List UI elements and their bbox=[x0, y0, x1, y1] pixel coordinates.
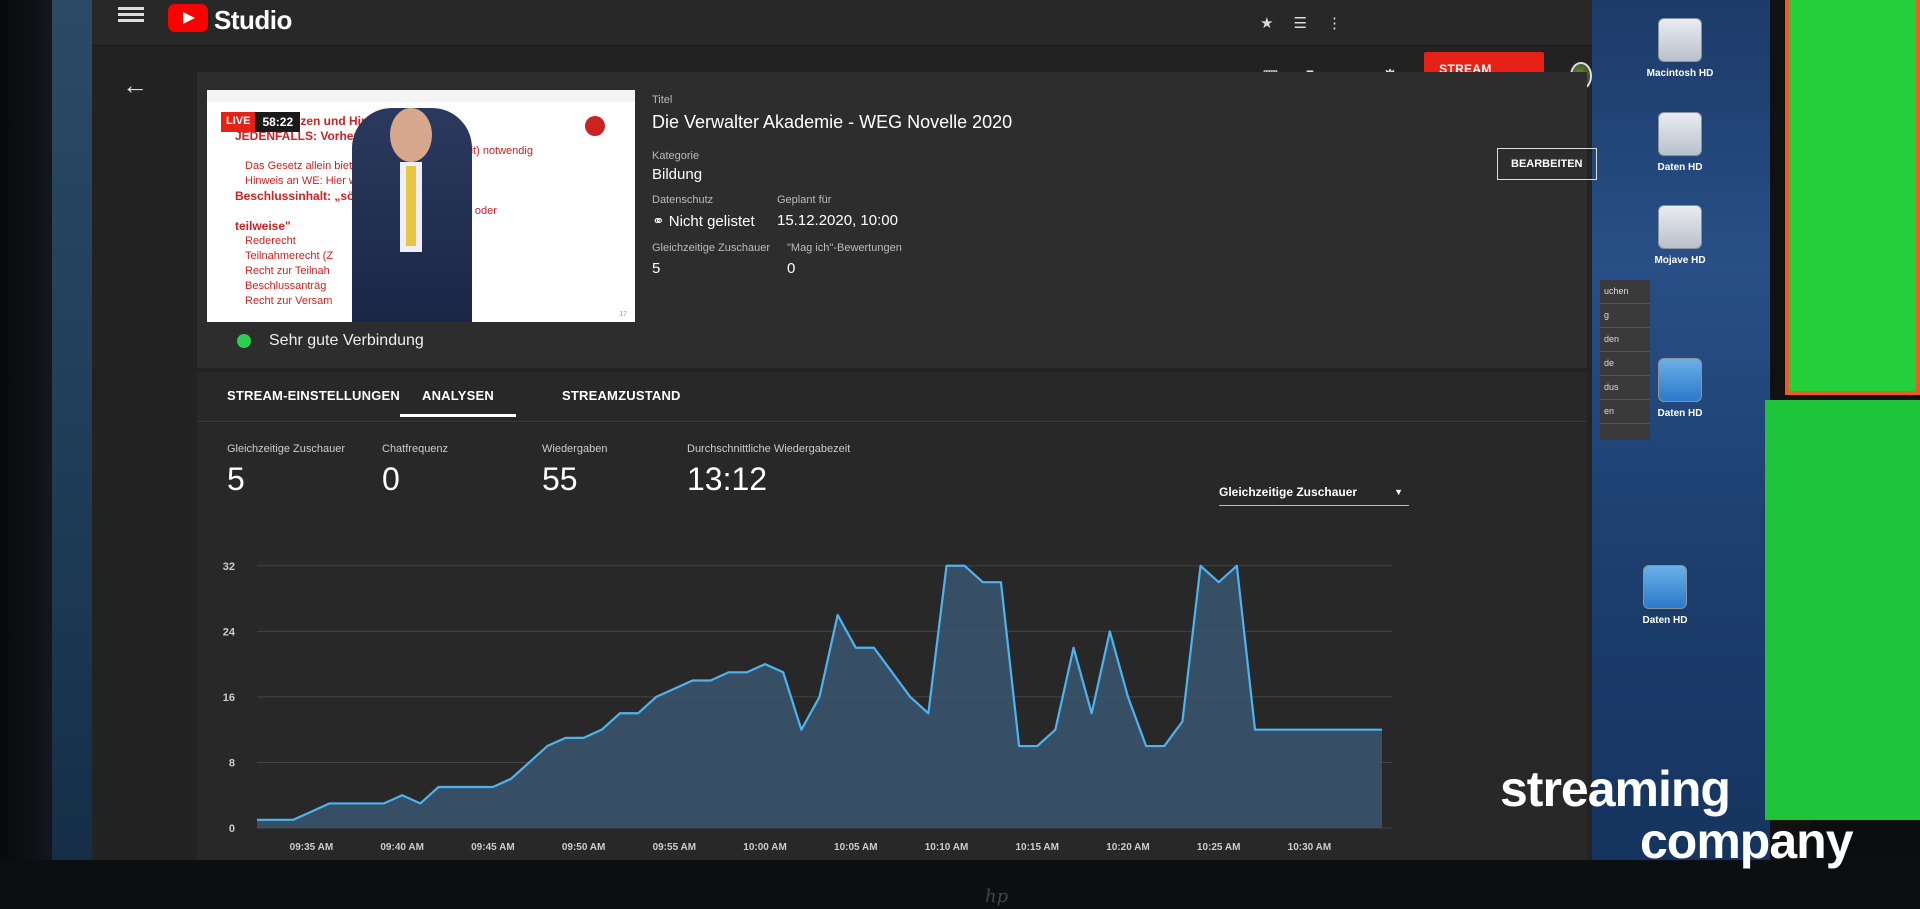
live-badge: LIVE 58:22 bbox=[221, 112, 301, 132]
side-panel-item[interactable]: uchen bbox=[1600, 280, 1650, 304]
tab-stream-settings[interactable]: STREAM-EINSTELLUNGEN bbox=[227, 388, 400, 403]
stream-preview[interactable]: Konsequenzen und Hinw JEDENFALLS: Vorher… bbox=[207, 90, 635, 322]
desktop-icon-daten-hd[interactable]: Daten HD bbox=[1635, 112, 1725, 173]
hard-disk-icon bbox=[1658, 112, 1702, 156]
tab-stream-health[interactable]: STREAMZUSTAND bbox=[562, 388, 681, 403]
top-right-icons: ★ ☰ ⋮ bbox=[1260, 14, 1342, 32]
more-vert-icon[interactable]: ⋮ bbox=[1327, 14, 1342, 32]
side-panel-item[interactable]: den bbox=[1600, 328, 1650, 352]
slide-header bbox=[207, 90, 635, 102]
edit-button[interactable]: BEARBEITEN bbox=[1497, 148, 1597, 180]
desktop-wallpaper-edge bbox=[52, 0, 92, 909]
x-tick-label: 09:35 AM bbox=[290, 842, 334, 853]
playlist-icon[interactable]: ☰ bbox=[1294, 14, 1307, 32]
desktop-icon-daten-hd-network-2[interactable]: Daten HD bbox=[1620, 565, 1710, 626]
menu-icon[interactable] bbox=[118, 4, 144, 28]
back-arrow-icon[interactable]: ← bbox=[122, 70, 148, 101]
category-value: Bildung bbox=[652, 166, 703, 183]
privacy-label: Datenschutz bbox=[652, 194, 714, 206]
x-tick-label: 10:05 AM bbox=[834, 842, 878, 853]
stream-title: Die Verwalter Akademie - WEG Novelle 202… bbox=[652, 112, 1013, 132]
link-icon: ⚭ bbox=[652, 213, 669, 230]
x-tick-label: 10:10 AM bbox=[925, 842, 969, 853]
studio-window: Studio ★ ☰ ⋮ ← ▦ ▮ ➦ ⚙ STREAM BEENDEN Ko… bbox=[92, 0, 1597, 890]
scheduled-value: 15.12.2020, 10:00 bbox=[777, 212, 898, 229]
top-bar: Studio ★ ☰ ⋮ bbox=[92, 0, 1592, 46]
stream-info-card: Konsequenzen und Hinw JEDENFALLS: Vorher… bbox=[197, 72, 1597, 368]
monitor-left-bezel bbox=[0, 0, 60, 909]
viewers-chart: 0 8 16 24 32 09:35 AM 09:40 AM 09:45 AM 09:50 AM… bbox=[223, 561, 1392, 853]
x-tick-label: 10:20 AM bbox=[1106, 842, 1150, 853]
app-name: Studio bbox=[214, 5, 292, 35]
side-panel-item[interactable]: g bbox=[1600, 304, 1650, 328]
x-tick-label: 10:30 AM bbox=[1288, 842, 1332, 853]
slide-logo-icon bbox=[585, 116, 605, 136]
side-panel-item[interactable]: dus bbox=[1600, 376, 1650, 400]
x-tick-label: 09:50 AM bbox=[562, 842, 606, 853]
category-label: Kategorie bbox=[652, 150, 700, 162]
status-dot-icon bbox=[237, 334, 251, 348]
x-tick-label: 10:00 AM bbox=[743, 842, 787, 853]
likes-label: "Mag ich"-Bewertungen bbox=[787, 242, 902, 254]
y-tick-label: 0 bbox=[229, 823, 235, 835]
privacy-value: ⚭ Nicht gelistet bbox=[652, 213, 755, 230]
presenter bbox=[352, 108, 472, 322]
desktop-icon-macintosh-hd[interactable]: Macintosh HD bbox=[1635, 18, 1725, 79]
likes-value: 0 bbox=[787, 260, 796, 277]
x-tick-label: 09:55 AM bbox=[653, 842, 697, 853]
side-panel-item[interactable]: de bbox=[1600, 352, 1650, 376]
star-icon[interactable]: ★ bbox=[1260, 14, 1273, 32]
x-tick-label: 09:40 AM bbox=[380, 842, 424, 853]
dropdown-caret-icon: ▼ bbox=[1394, 487, 1403, 497]
desk-surface bbox=[0, 860, 1920, 909]
y-tick-label: 8 bbox=[229, 757, 235, 769]
hard-disk-icon bbox=[1658, 205, 1702, 249]
metric-select[interactable]: Gleichzeitige Zuschauer ▼ bbox=[1219, 485, 1409, 506]
tab-bar: STREAM-EINSTELLUNGEN ANALYSEN STREAMZUST… bbox=[197, 372, 1587, 422]
x-tick-label: 10:25 AM bbox=[1197, 842, 1241, 853]
side-panel: uchen g den de dus en bbox=[1600, 280, 1650, 440]
stat-concurrent-viewers: Gleichzeitige Zuschauer 5 bbox=[227, 443, 346, 497]
x-tick-label: 10:15 AM bbox=[1015, 842, 1059, 853]
stat-views: Wiedergaben 55 bbox=[542, 443, 608, 497]
title-label: Titel bbox=[652, 94, 673, 106]
concurrent-value: 5 bbox=[652, 260, 661, 277]
desktop-icon-mojave-hd[interactable]: Mojave HD bbox=[1635, 205, 1725, 266]
stat-chat-rate: Chatfrequenz 0 bbox=[382, 443, 449, 497]
scheduled-label: Geplant für bbox=[777, 194, 832, 206]
connection-label: Sehr gute Verbindung bbox=[269, 332, 424, 349]
hp-logo-icon: hp bbox=[985, 886, 1009, 907]
side-panel-item[interactable]: en bbox=[1600, 400, 1650, 424]
hard-disk-icon bbox=[1658, 18, 1702, 62]
stat-avg-watch-time: Durchschnittliche Wiedergabezeit 13:12 bbox=[687, 443, 851, 497]
x-tick-label: 09:45 AM bbox=[471, 842, 515, 853]
network-drive-icon bbox=[1658, 358, 1702, 402]
youtube-logo-icon[interactable] bbox=[168, 4, 208, 32]
analytics-panel: Gleichzeitige Zuschauer 5 Chatfrequenz 0… bbox=[197, 423, 1587, 883]
tab-analytics[interactable]: ANALYSEN bbox=[400, 388, 516, 417]
photo-scene: Macintosh HD Daten HD Mojave HD Daten HD… bbox=[0, 0, 1920, 909]
y-tick-label: 24 bbox=[223, 626, 236, 638]
slide-page-number: 17 bbox=[619, 311, 627, 318]
green-screen-bottom bbox=[1765, 400, 1920, 820]
concurrent-label: Gleichzeitige Zuschauer bbox=[652, 242, 771, 254]
network-drive-icon bbox=[1643, 565, 1687, 609]
elapsed-time: 58:22 bbox=[255, 112, 301, 132]
green-screen-top bbox=[1785, 0, 1920, 395]
y-tick-label: 32 bbox=[223, 561, 235, 573]
y-tick-label: 16 bbox=[223, 692, 235, 704]
connection-status: Sehr gute Verbindung bbox=[237, 332, 424, 350]
secondary-desktop: Macintosh HD Daten HD Mojave HD Daten HD… bbox=[1580, 0, 1780, 880]
live-label: LIVE bbox=[221, 112, 256, 132]
